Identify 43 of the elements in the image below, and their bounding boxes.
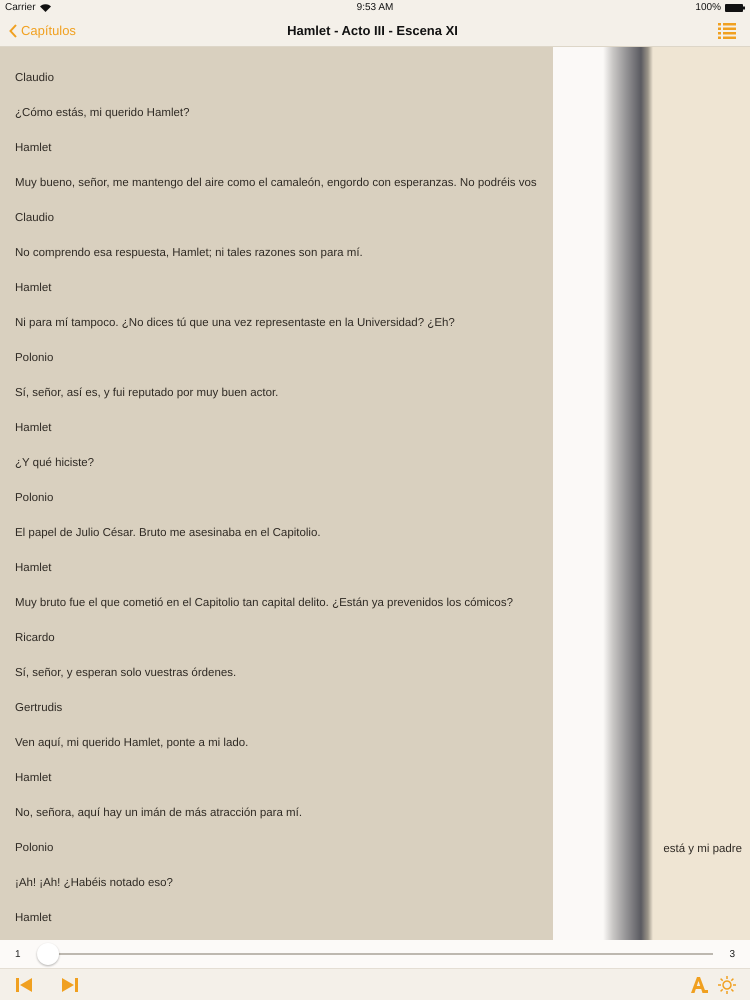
chapter-title: Hamlet - Acto III - Escena XI — [286, 23, 459, 38]
carrier-text: Carrier — [5, 2, 36, 13]
font-size-icon[interactable] — [691, 976, 708, 992]
text-line: Ni para mí tampoco. ¿No dices tú que una vez representaste en la Universidad? ¿Eh? — [15, 316, 456, 331]
last-page-label: 3 — [729, 948, 735, 960]
text-line: Claudio — [15, 71, 55, 86]
text-line: El papel de Julio César. Bruto me asesinaba en el Capitolio. — [15, 526, 322, 541]
text-line: está y mi padre — [663, 842, 742, 857]
text-line: Muy bruto fue el que cometió en el Capitolio tan capital delito. ¿Están ya prevenidos los cómicos? — [15, 596, 514, 611]
slider-thumb[interactable] — [36, 943, 59, 965]
next-chapter-icon[interactable] — [62, 978, 78, 992]
text-line: No comprendo esa respuesta, Hamlet; ni tales razones son para mí. — [15, 246, 364, 261]
text-line: Sí, señor, y esperan solo vuestras órdenes. — [15, 666, 238, 681]
text-line: No, señora, aquí hay un imán de más atracción para mí. — [15, 806, 304, 821]
back-button[interactable]: Capítulos — [9, 23, 169, 38]
text-line: Hamlet — [15, 911, 52, 926]
text-line: Polonio — [15, 841, 54, 856]
text-line: Hamlet — [15, 421, 52, 436]
text-line: Gertrudis — [15, 701, 64, 716]
text-line: Claudio — [15, 211, 55, 226]
page-slider[interactable] — [36, 942, 714, 966]
text-line: ¿Y qué hiciste? — [15, 456, 96, 471]
battery-text: 100% — [695, 2, 721, 13]
text-line: ¿Cómo estás, mi querido Hamlet? — [15, 106, 190, 121]
chevron-left-icon — [9, 24, 17, 38]
text-line: Ven aquí, mi querido Hamlet, ponte a mi lado. — [15, 736, 250, 751]
first-page-label: 1 — [15, 948, 21, 960]
text-line: Ricardo — [15, 631, 56, 646]
text-line: Hamlet — [15, 561, 52, 576]
wifi-icon — [40, 4, 51, 12]
text-line: ¡Ah! ¡Ah! ¿Habéis notado eso? — [15, 876, 174, 891]
previous-chapter-icon[interactable] — [16, 978, 32, 992]
brightness-icon[interactable] — [718, 976, 736, 994]
text-line: Polonio — [15, 351, 54, 366]
text-line: Polonio — [15, 491, 54, 506]
text-line: Sí, señor, así es, y fui reputado por muy buen actor. — [15, 386, 280, 401]
text-line: Hamlet — [15, 281, 52, 296]
text-line: Hamlet — [15, 771, 52, 786]
text-line: Hamlet — [15, 141, 52, 156]
battery-icon — [724, 4, 745, 12]
text-line: Muy bueno, señor, me mantengo del aire como el camaleón, engordo con esperanzas. No podréis vos — [15, 176, 538, 191]
clock-text: 9:53 AM — [356, 2, 394, 13]
list-icon[interactable] — [718, 22, 736, 38]
